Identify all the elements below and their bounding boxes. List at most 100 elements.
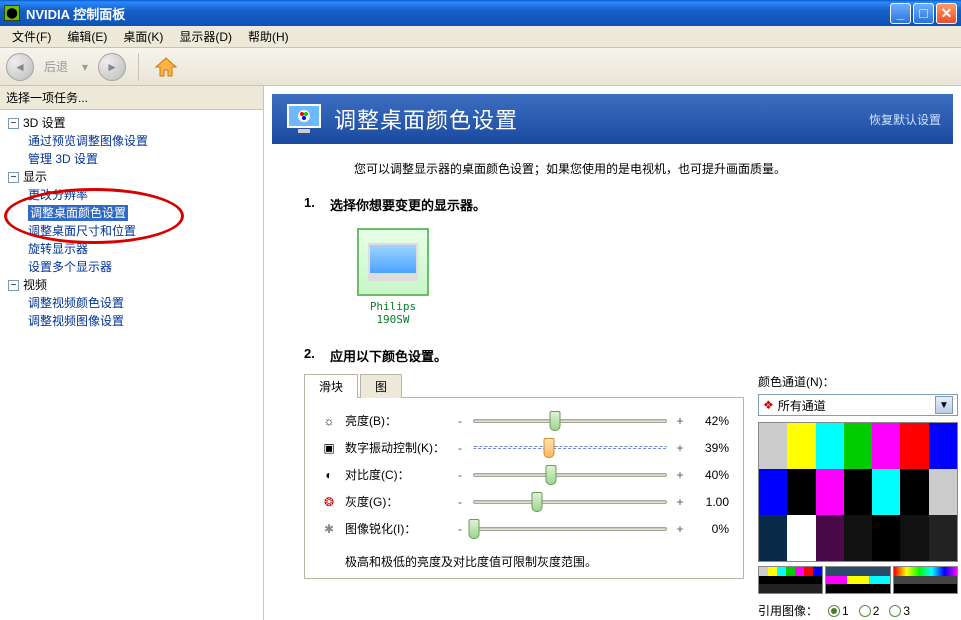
menu-file[interactable]: 文件(F) xyxy=(4,26,59,47)
sharpen-row: ✱ 图像锐化(I)： - + 0% xyxy=(319,520,729,537)
restore-defaults-link[interactable]: 恢复默认设置 xyxy=(869,111,941,128)
gamma-label: 灰度(G)： xyxy=(345,493,453,510)
channel-label: 颜色通道(N)： xyxy=(758,373,958,390)
page-banner: 调整桌面颜色设置 恢复默认设置 xyxy=(272,94,953,144)
gamma-slider[interactable] xyxy=(473,500,667,504)
brightness-row: ☼ 亮度(B)： - + 42% xyxy=(319,412,729,429)
tree-item[interactable]: 设置多个显示器 xyxy=(22,258,261,276)
monitor-icon xyxy=(357,228,429,296)
sharpen-value: 0% xyxy=(687,522,729,536)
slider-thumb[interactable] xyxy=(549,411,560,431)
gamma-icon: ❂ xyxy=(319,495,339,509)
back-label: 后退 xyxy=(44,58,68,75)
thumb-3[interactable] xyxy=(893,566,958,594)
collapse-icon[interactable]: − xyxy=(8,172,19,183)
vibrance-icon: ▣ xyxy=(319,441,339,455)
vibrance-label: 数字振动控制(K)： xyxy=(345,439,453,456)
brightness-label: 亮度(B)： xyxy=(345,412,453,429)
section-2-header: 2. 应用以下颜色设置。 xyxy=(264,336,961,369)
sharpen-label: 图像锐化(I)： xyxy=(345,520,453,537)
tree-item[interactable]: 更改分辨率 xyxy=(22,186,261,204)
tree-item[interactable]: 调整桌面尺寸和位置 xyxy=(22,222,261,240)
forward-button[interactable]: ► xyxy=(98,53,126,81)
gamma-value: 1.00 xyxy=(687,495,729,509)
tree-group-video[interactable]: − 视频 xyxy=(2,276,261,294)
preview-thumbnails xyxy=(758,566,958,594)
toolbar-divider xyxy=(138,53,139,81)
gamma-row: ❂ 灰度(G)： - + 1.00 xyxy=(319,493,729,510)
reference-radio-3[interactable]: 3 xyxy=(889,604,910,618)
menu-display[interactable]: 显示器(D) xyxy=(171,26,240,47)
monitor-selector[interactable]: Philips 190SW xyxy=(354,228,432,326)
page-description: 您可以调整显示器的桌面颜色设置；如果您使用的是电视机，也可提升画面质量。 xyxy=(264,144,961,185)
reference-radio-2[interactable]: 2 xyxy=(859,604,880,618)
channel-icon: ❖ xyxy=(763,398,774,412)
brightness-value: 42% xyxy=(687,414,729,428)
menu-bar: 文件(F) 编辑(E) 桌面(K) 显示器(D) 帮助(H) xyxy=(0,26,961,48)
tree-group-3d[interactable]: − 3D 设置 xyxy=(2,114,261,132)
chevron-down-icon: ▼ xyxy=(935,396,953,414)
task-sidebar: 选择一项任务... − 3D 设置 通过预览调整图像设置 管理 3D 设置 − … xyxy=(0,86,264,620)
maximize-button[interactable]: □ xyxy=(913,3,934,24)
nvidia-icon: ⬤ xyxy=(4,5,20,21)
tree-group-display[interactable]: − 显示 xyxy=(2,168,261,186)
tree-item[interactable]: 旋转显示器 xyxy=(22,240,261,258)
slider-thumb[interactable] xyxy=(532,492,543,512)
content-pane: 调整桌面颜色设置 恢复默认设置 您可以调整显示器的桌面颜色设置；如果您使用的是电… xyxy=(264,86,961,620)
page-title: 调整桌面颜色设置 xyxy=(334,103,518,135)
tab-image[interactable]: 图 xyxy=(360,374,402,398)
sliders-panel: ☼ 亮度(B)： - + 42% ▣ 数字振动控制(K)： - + 39% xyxy=(304,398,744,579)
home-button[interactable] xyxy=(151,53,181,81)
nav-toolbar: ◄ 后退 ▾ ► xyxy=(0,48,961,86)
menu-help[interactable]: 帮助(H) xyxy=(240,26,297,47)
menu-edit[interactable]: 编辑(E) xyxy=(59,26,115,47)
sidebar-header: 选择一项任务... xyxy=(0,86,263,110)
window-title: NVIDIA 控制面板 xyxy=(26,4,125,23)
window-buttons: _ □ ✕ xyxy=(890,3,957,24)
slider-thumb[interactable] xyxy=(545,465,556,485)
contrast-slider[interactable] xyxy=(473,473,667,477)
channel-value: 所有通道 xyxy=(778,397,826,414)
reference-label: 引用图像： xyxy=(758,602,818,619)
sliders-note: 极高和极低的亮度及对比度值可限制灰度范围。 xyxy=(319,547,729,570)
tree-item[interactable]: 管理 3D 设置 xyxy=(22,150,261,168)
tree-item[interactable]: 调整视频颜色设置 xyxy=(22,294,261,312)
thumb-1[interactable] xyxy=(758,566,823,594)
tree-item[interactable]: 通过预览调整图像设置 xyxy=(22,132,261,150)
title-bar: ⬤ NVIDIA 控制面板 _ □ ✕ xyxy=(0,0,961,26)
thumb-2[interactable] xyxy=(825,566,890,594)
tree-item[interactable]: 调整视频图像设置 xyxy=(22,312,261,330)
color-tabs: 滑块 图 xyxy=(304,373,744,398)
channel-select[interactable]: ❖ 所有通道 ▼ xyxy=(758,394,958,416)
tree-item-selected[interactable]: 调整桌面颜色设置 xyxy=(22,204,261,222)
sharpen-slider[interactable] xyxy=(473,527,667,531)
menu-desktop[interactable]: 桌面(K) xyxy=(115,26,171,47)
contrast-icon: ◐ xyxy=(319,468,339,482)
section-1-header: 1. 选择你想要变更的显示器。 xyxy=(264,185,961,218)
banner-monitor-icon xyxy=(284,99,324,139)
contrast-value: 40% xyxy=(687,468,729,482)
reference-radio-1[interactable]: 1 xyxy=(828,604,849,618)
brightness-slider[interactable] xyxy=(473,419,667,423)
vibrance-value: 39% xyxy=(687,441,729,455)
vibrance-slider[interactable] xyxy=(473,446,667,449)
back-button[interactable]: ◄ xyxy=(6,53,34,81)
vibrance-row: ▣ 数字振动控制(K)： - + 39% xyxy=(319,439,729,456)
sharpen-icon: ✱ xyxy=(319,522,339,536)
tab-slider[interactable]: 滑块 xyxy=(304,374,358,398)
contrast-label: 对比度(C)： xyxy=(345,466,453,483)
slider-thumb[interactable] xyxy=(543,438,554,458)
brightness-icon: ☼ xyxy=(319,414,339,428)
collapse-icon[interactable]: − xyxy=(8,280,19,291)
contrast-row: ◐ 对比度(C)： - + 40% xyxy=(319,466,729,483)
slider-thumb[interactable] xyxy=(469,519,480,539)
home-icon xyxy=(154,56,178,78)
back-dropdown[interactable]: ▾ xyxy=(82,60,88,74)
color-preview xyxy=(758,422,958,562)
close-button[interactable]: ✕ xyxy=(936,3,957,24)
minimize-button[interactable]: _ xyxy=(890,3,911,24)
reference-row: 引用图像： 1 2 3 xyxy=(758,602,958,619)
collapse-icon[interactable]: − xyxy=(8,118,19,129)
task-tree: − 3D 设置 通过预览调整图像设置 管理 3D 设置 − 显示 更改分辨率 调… xyxy=(0,110,263,334)
monitor-name: Philips 190SW xyxy=(354,300,432,326)
